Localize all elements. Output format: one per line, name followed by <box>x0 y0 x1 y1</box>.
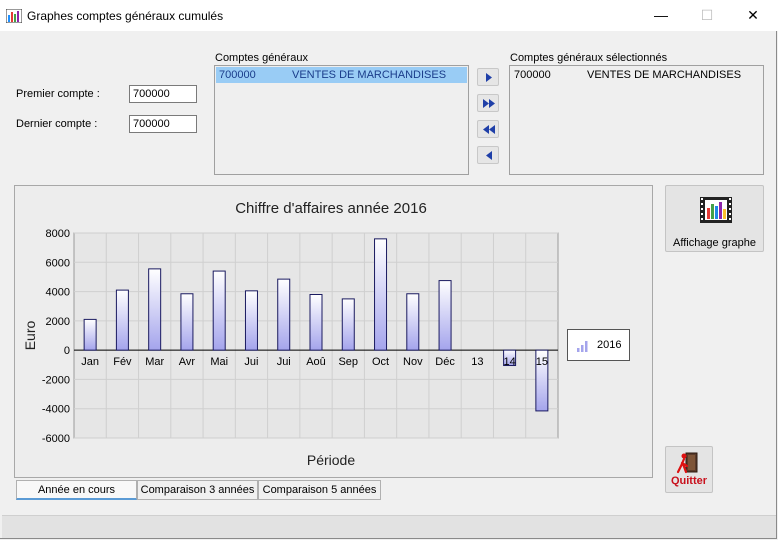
x-tick-label: Avr <box>179 356 196 368</box>
chart-app-icon <box>6 9 22 23</box>
list-item[interactable]: 700000 VENTES DE MARCHANDISES <box>511 67 762 83</box>
chart-legend: 2016 <box>567 329 630 361</box>
y-tick-label: 2000 <box>46 316 70 328</box>
maximize-button[interactable]: ☐ <box>684 0 730 31</box>
y-tick-label: 4000 <box>46 287 70 299</box>
bar <box>374 238 388 351</box>
y-tick-label: -6000 <box>42 433 70 445</box>
quitter-label: Quitter <box>670 475 708 487</box>
add-all-icon <box>483 99 495 108</box>
affichage-graphe-button[interactable]: Affichage graphe <box>665 185 764 252</box>
remove-all-button[interactable] <box>477 120 499 138</box>
tab-comparaison-3-annees[interactable]: Comparaison 3 années <box>137 480 258 500</box>
premier-compte-label: Premier compte : <box>16 88 100 100</box>
add-one-icon <box>486 73 492 82</box>
y-tick-label: 0 <box>64 345 70 357</box>
bar <box>244 290 258 351</box>
comptes-generaux-list[interactable]: 700000 VENTES DE MARCHANDISES <box>214 65 469 175</box>
x-tick-label: Nov <box>403 356 423 368</box>
x-tick-label: Mar <box>145 356 164 368</box>
premier-compte-input[interactable]: 700000 <box>129 85 197 103</box>
account-code: 700000 <box>514 69 551 81</box>
title-bar: Graphes comptes généraux cumulés — ☐ ✕ <box>0 0 778 31</box>
bar <box>438 280 452 351</box>
bar <box>180 293 194 351</box>
add-all-button[interactable] <box>477 94 499 112</box>
chart-title: Chiffre d'affaires année 2016 <box>235 200 427 217</box>
exit-door-icon <box>676 452 698 474</box>
bar <box>406 293 420 351</box>
comptes-generaux-label: Comptes généraux <box>215 52 308 64</box>
x-tick-label: Jan <box>81 356 99 368</box>
chart-panel: 8000 6000 4000 2000 0 -2000 -4000 -6000 Jan Fév Ma… <box>14 185 653 478</box>
list-item[interactable]: 700000 VENTES DE MARCHANDISES <box>216 67 467 83</box>
x-tick-label: 13 <box>471 356 483 368</box>
quitter-button[interactable]: Quitter <box>665 446 713 493</box>
x-axis-label: Période <box>307 452 355 468</box>
minimize-button[interactable]: — <box>638 0 684 31</box>
add-one-button[interactable] <box>477 68 499 86</box>
tab-comparaison-5-annees[interactable]: Comparaison 5 années <box>258 480 381 500</box>
legend-bars-icon <box>577 341 588 352</box>
x-tick-label: Sep <box>338 356 358 368</box>
dernier-compte-label: Dernier compte : <box>16 118 98 130</box>
bar <box>309 294 323 351</box>
x-tick-label: 14 <box>503 356 515 368</box>
comptes-selectionnes-label: Comptes généraux sélectionnés <box>510 52 668 64</box>
bar <box>277 278 291 351</box>
x-tick-label: Fév <box>113 356 132 368</box>
y-tick-label: -2000 <box>42 374 70 386</box>
y-tick-label: 6000 <box>46 257 70 269</box>
tab-annee-en-cours[interactable]: Année en cours <box>16 480 137 500</box>
y-axis-label: Euro <box>22 321 38 351</box>
x-tick-label: Jui <box>277 356 291 368</box>
affichage-graphe-label: Affichage graphe <box>673 237 756 249</box>
remove-one-icon <box>486 151 492 160</box>
bar <box>148 268 162 351</box>
bar <box>83 318 97 351</box>
bar <box>341 298 355 351</box>
bar <box>212 270 226 351</box>
remove-one-button[interactable] <box>477 146 499 164</box>
x-tick-label: Jui <box>244 356 258 368</box>
status-bar <box>2 515 776 538</box>
dernier-compte-input[interactable]: 700000 <box>129 115 197 133</box>
y-tick-label: -4000 <box>42 404 70 416</box>
chart-film-icon <box>700 197 732 223</box>
close-button[interactable]: ✕ <box>730 0 776 31</box>
x-tick-label: Aoû <box>306 356 326 368</box>
bar-chart: 8000 6000 4000 2000 0 -2000 -4000 -6000 Jan Fév Ma… <box>22 200 559 468</box>
account-name: VENTES DE MARCHANDISES <box>292 69 447 81</box>
bar <box>115 289 129 351</box>
account-code: 700000 <box>219 69 256 81</box>
y-tick-label: 8000 <box>46 228 70 240</box>
account-name: VENTES DE MARCHANDISES <box>587 69 742 81</box>
remove-all-icon <box>483 125 495 134</box>
x-tick-label: 15 <box>536 356 548 368</box>
window-title: Graphes comptes généraux cumulés <box>27 9 224 23</box>
x-tick-label: Déc <box>435 356 455 368</box>
x-tick-label: Mai <box>210 356 228 368</box>
legend-label: 2016 <box>597 339 622 351</box>
comptes-selectionnes-list[interactable]: 700000 VENTES DE MARCHANDISES <box>509 65 764 175</box>
x-tick-label: Oct <box>372 356 389 368</box>
